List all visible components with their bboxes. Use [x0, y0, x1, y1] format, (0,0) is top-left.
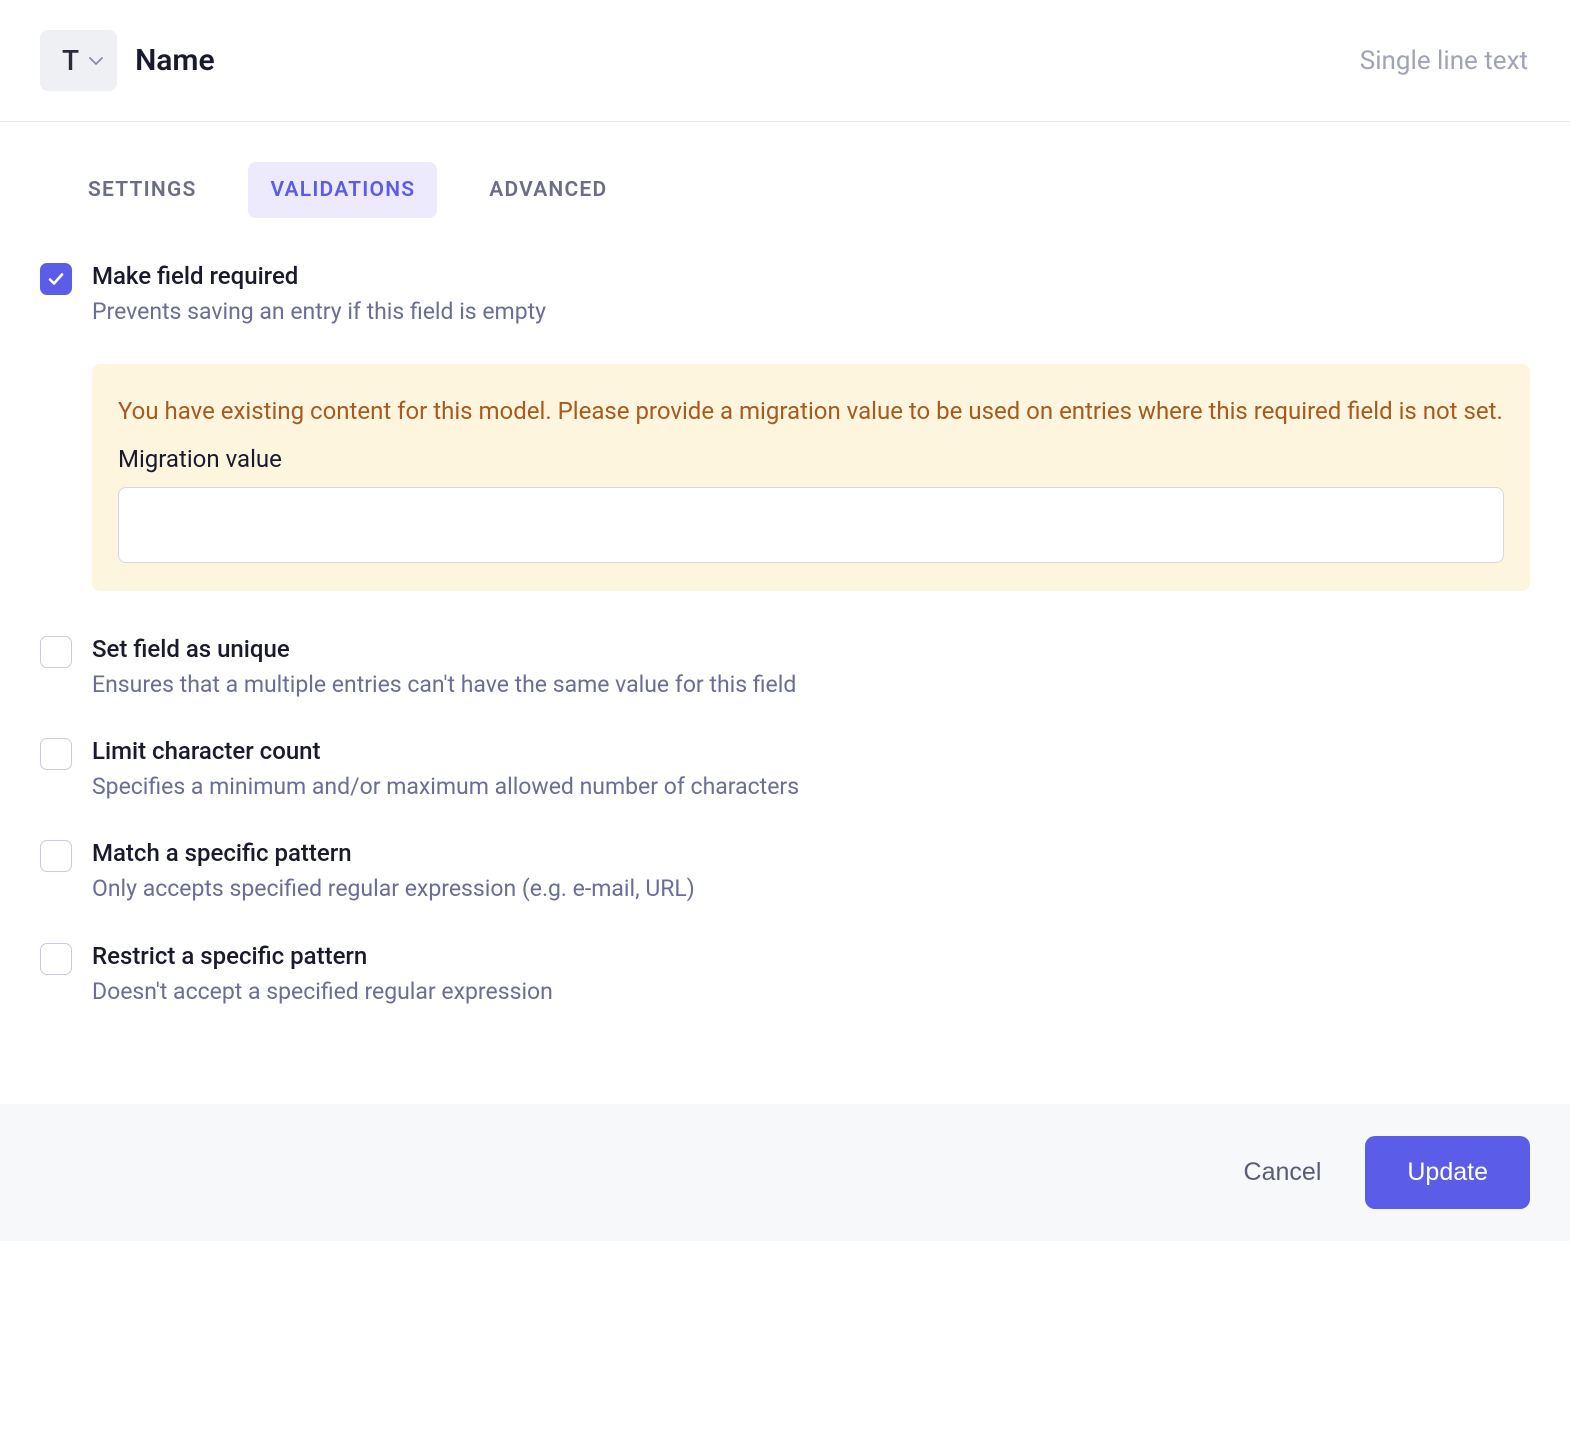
option-match-desc: Only accepts specified regular expressio… — [92, 873, 1530, 905]
field-type-selector[interactable]: T — [40, 30, 117, 91]
option-limit-title: Limit character count — [92, 737, 1530, 765]
checkbox-required[interactable] — [40, 263, 72, 295]
warning-message: You have existing content for this model… — [118, 394, 1504, 429]
option-restrict-desc: Doesn't accept a specified regular expre… — [92, 976, 1530, 1008]
option-unique-text: Set field as unique Ensures that a multi… — [92, 635, 1530, 701]
option-limit: Limit character count Specifies a minimu… — [40, 737, 1530, 803]
option-limit-text: Limit character count Specifies a minimu… — [92, 737, 1530, 803]
tab-settings[interactable]: SETTINGS — [66, 162, 218, 218]
option-unique-title: Set field as unique — [92, 635, 1530, 663]
field-type-label: Single line text — [1360, 46, 1528, 76]
tab-advanced[interactable]: ADVANCED — [467, 162, 629, 218]
option-required-text: Make field required Prevents saving an e… — [92, 262, 1530, 328]
footer: Cancel Update — [0, 1104, 1570, 1241]
option-required: Make field required Prevents saving an e… — [40, 262, 1530, 328]
option-limit-desc: Specifies a minimum and/or maximum allow… — [92, 771, 1530, 803]
checkbox-limit[interactable] — [40, 738, 72, 770]
header: T Name Single line text — [0, 0, 1570, 122]
checkbox-unique[interactable] — [40, 636, 72, 668]
content-area: SETTINGS VALIDATIONS ADVANCED Make field… — [0, 122, 1570, 1104]
chevron-down-icon — [89, 54, 103, 68]
option-restrict-text: Restrict a specific pattern Doesn't acce… — [92, 942, 1530, 1008]
option-unique: Set field as unique Ensures that a multi… — [40, 635, 1530, 701]
option-required-title: Make field required — [92, 262, 1530, 290]
checkbox-restrict[interactable] — [40, 943, 72, 975]
tabs-bar: SETTINGS VALIDATIONS ADVANCED — [66, 162, 1530, 218]
field-name: Name — [135, 43, 215, 78]
type-indicator-letter: T — [62, 44, 79, 77]
cancel-button[interactable]: Cancel — [1244, 1158, 1322, 1187]
update-button[interactable]: Update — [1365, 1136, 1530, 1209]
checkbox-match[interactable] — [40, 840, 72, 872]
option-restrict: Restrict a specific pattern Doesn't acce… — [40, 942, 1530, 1008]
migration-value-input[interactable] — [118, 487, 1504, 563]
header-left: T Name — [40, 30, 215, 91]
migration-value-label: Migration value — [118, 445, 1504, 473]
option-match-text: Match a specific pattern Only accepts sp… — [92, 839, 1530, 905]
migration-warning: You have existing content for this model… — [92, 364, 1530, 591]
option-restrict-title: Restrict a specific pattern — [92, 942, 1530, 970]
option-required-desc: Prevents saving an entry if this field i… — [92, 296, 1530, 328]
option-match-title: Match a specific pattern — [92, 839, 1530, 867]
tab-validations[interactable]: VALIDATIONS — [248, 162, 437, 218]
option-match: Match a specific pattern Only accepts sp… — [40, 839, 1530, 905]
option-unique-desc: Ensures that a multiple entries can't ha… — [92, 669, 1530, 701]
